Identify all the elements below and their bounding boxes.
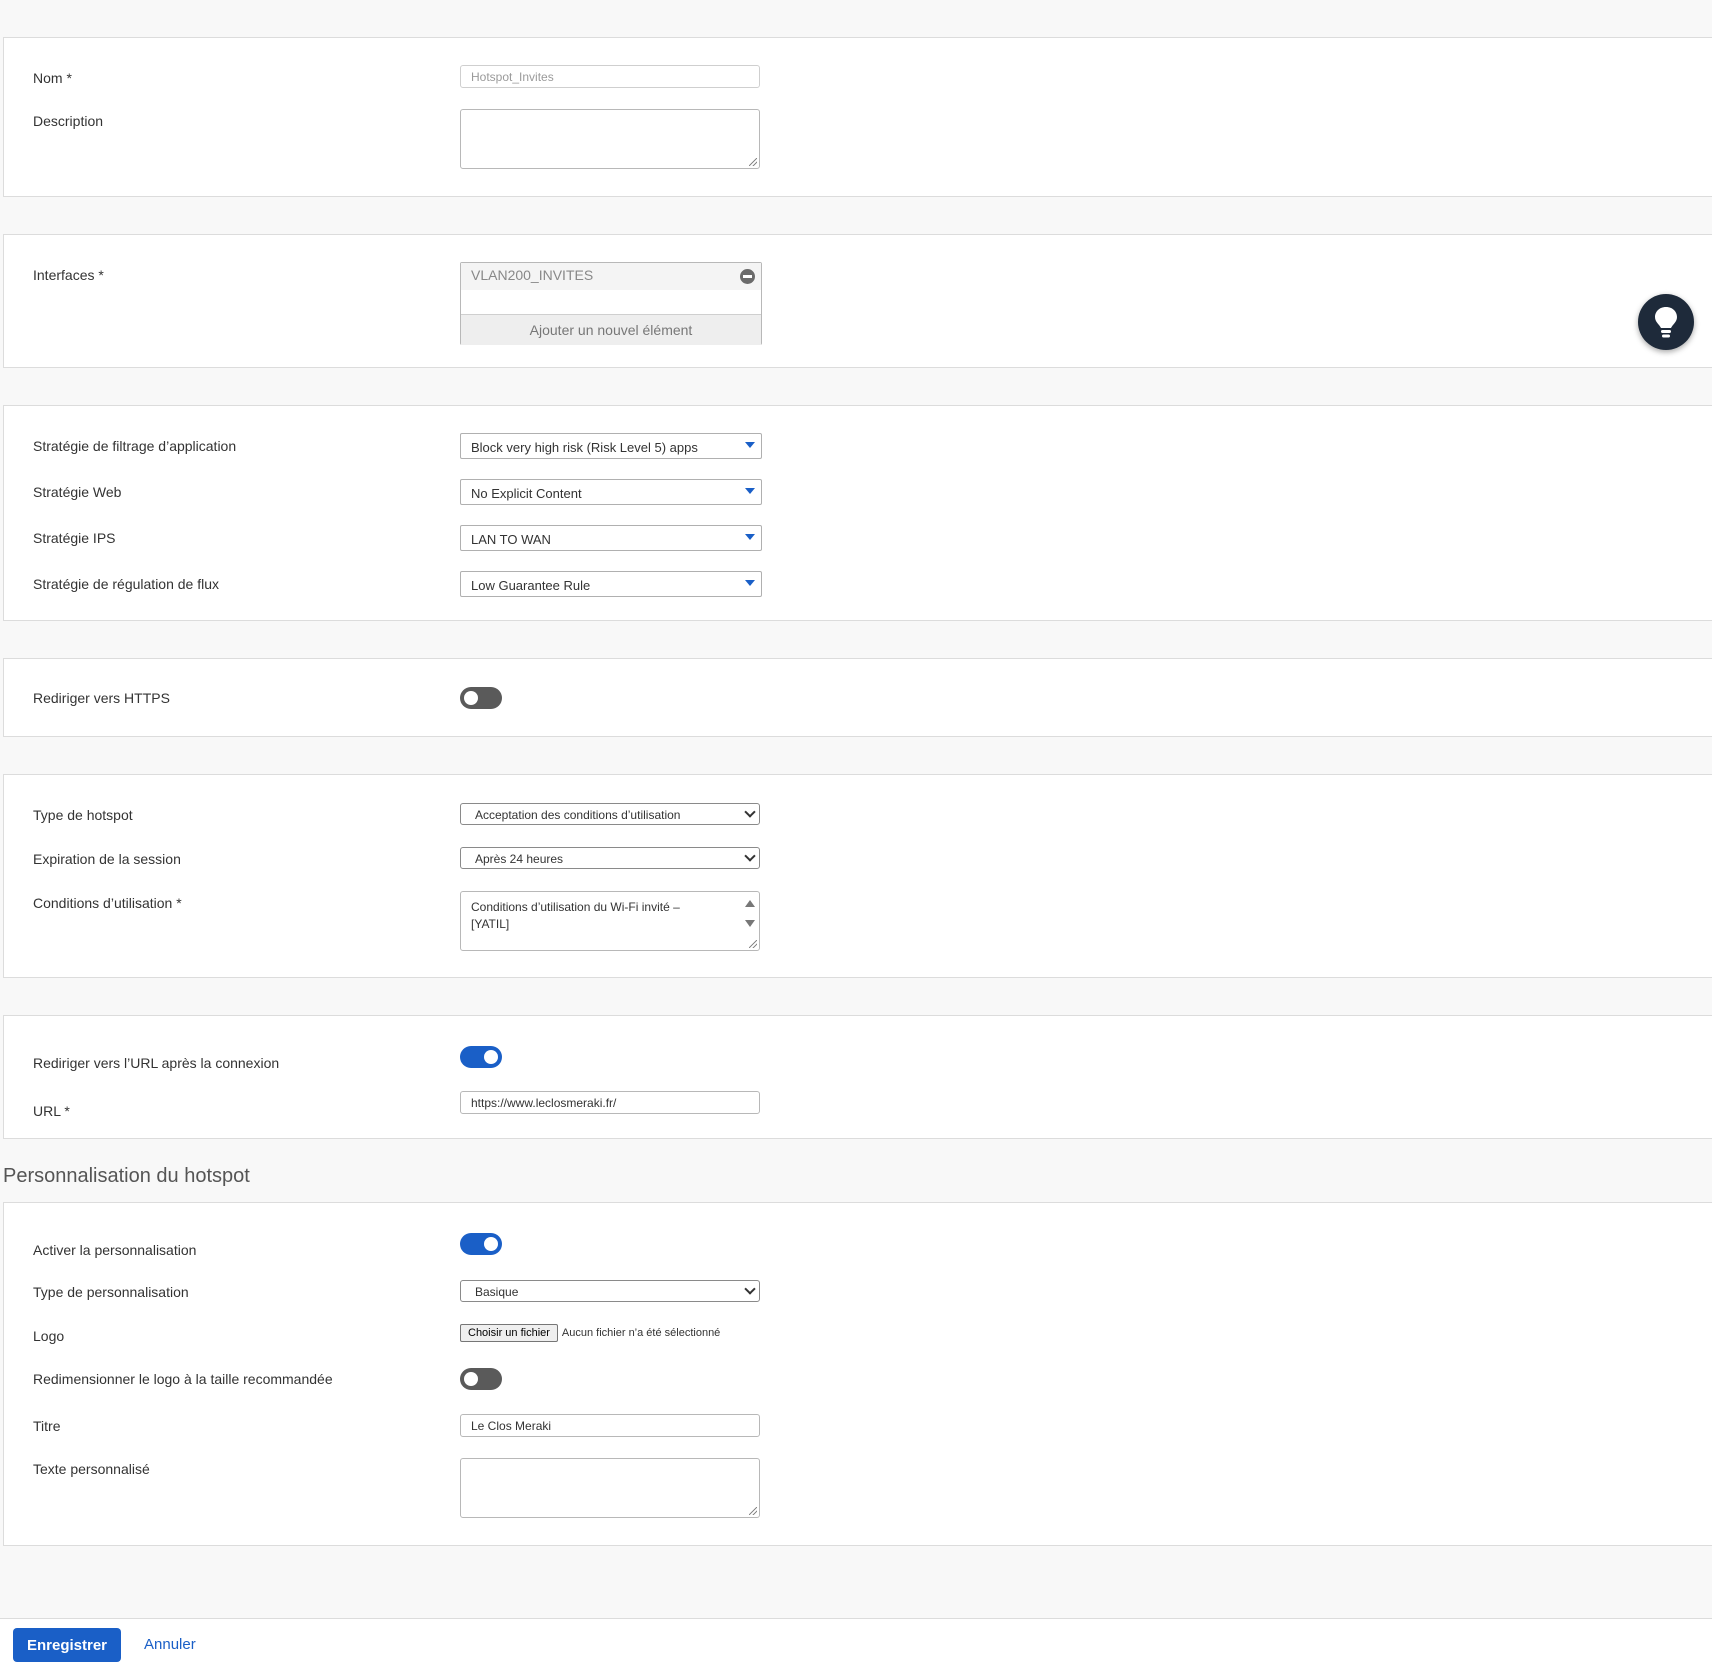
- caret-down-icon: [745, 442, 755, 448]
- url-input[interactable]: https://www.leclosmeraki.fr/: [460, 1091, 760, 1114]
- cancel-button[interactable]: Annuler: [144, 1636, 196, 1653]
- toggle-knob: [484, 1237, 498, 1251]
- scroll-down-icon[interactable]: [745, 920, 755, 927]
- ips-policy-value: LAN TO WAN: [471, 532, 551, 547]
- resize-grip-icon[interactable]: [749, 940, 757, 948]
- customization-type-value: Basique: [475, 1285, 519, 1299]
- enable-customization-toggle[interactable]: [460, 1233, 502, 1255]
- policies-panel: Stratégie de filtrage d’application Bloc…: [3, 405, 1712, 621]
- hotspot-panel: Type de hotspot Acceptation des conditio…: [3, 774, 1712, 978]
- https-toggle[interactable]: [460, 687, 502, 709]
- caret-down-icon: [745, 488, 755, 494]
- ips-policy-select[interactable]: LAN TO WAN: [460, 525, 762, 551]
- hotspot-type-label: Type de hotspot: [33, 807, 133, 823]
- help-fab-button[interactable]: [1638, 294, 1694, 350]
- interface-item[interactable]: VLAN200_INVITES: [461, 263, 761, 290]
- custom-text-label: Texte personnalisé: [33, 1461, 150, 1477]
- hotspot-type-value: Acceptation des conditions d’utilisation: [475, 808, 681, 822]
- app-filter-select[interactable]: Block very high risk (Risk Level 5) apps: [460, 433, 762, 459]
- interfaces-panel: Interfaces * VLAN200_INVITES Ajouter un …: [3, 234, 1712, 368]
- file-status: Aucun fichier n’a été sélectionné: [561, 1327, 721, 1340]
- customization-type-label: Type de personnalisation: [33, 1284, 189, 1300]
- toggle-knob: [464, 1372, 478, 1386]
- terms-text: Conditions d’utilisation du Wi-Fi invité…: [471, 900, 680, 931]
- form-footer: Enregistrer Annuler: [0, 1618, 1712, 1669]
- interfaces-list: VLAN200_INVITES Ajouter un nouvel élémen…: [460, 262, 762, 345]
- save-button[interactable]: Enregistrer: [13, 1628, 121, 1662]
- chevron-down-icon: [744, 806, 756, 818]
- custom-text-textarea[interactable]: [460, 1458, 760, 1518]
- web-policy-select[interactable]: No Explicit Content: [460, 479, 762, 505]
- minus-circle-icon[interactable]: [740, 269, 755, 284]
- customization-panel: Activer la personnalisation Type de pers…: [3, 1202, 1712, 1546]
- interface-item-label: VLAN200_INVITES: [471, 267, 594, 283]
- resize-logo-toggle[interactable]: [460, 1368, 502, 1390]
- lightbulb-icon: [1655, 307, 1677, 338]
- general-panel: Nom * Hotspot_Invites Description: [3, 37, 1712, 197]
- session-expiration-value: Après 24 heures: [475, 852, 564, 866]
- web-policy-value: No Explicit Content: [471, 486, 582, 501]
- description-textarea[interactable]: [460, 109, 760, 169]
- session-expiration-label: Expiration de la session: [33, 851, 181, 867]
- logo-label: Logo: [33, 1328, 65, 1344]
- redirect-toggle[interactable]: [460, 1046, 502, 1068]
- scroll-up-icon[interactable]: [745, 900, 755, 907]
- logo-file-input: Choisir un fichier Aucun fichier n’a été …: [460, 1324, 780, 1343]
- add-item-button[interactable]: Ajouter un nouvel élément: [461, 314, 761, 345]
- traffic-policy-select[interactable]: Low Guarantee Rule: [460, 571, 762, 597]
- ips-policy-label: Stratégie IPS: [33, 530, 116, 546]
- chevron-down-icon: [744, 850, 756, 862]
- https-panel: Rediriger vers HTTPS: [3, 658, 1712, 737]
- customization-type-select[interactable]: Basique: [460, 1280, 760, 1302]
- customization-section-title: Personnalisation du hotspot: [3, 1165, 250, 1187]
- https-label: Rediriger vers HTTPS: [33, 690, 170, 706]
- toggle-knob: [464, 691, 478, 705]
- url-label: URL *: [33, 1103, 70, 1119]
- app-filter-value: Block very high risk (Risk Level 5) apps: [471, 440, 698, 455]
- toggle-knob: [484, 1050, 498, 1064]
- description-label: Description: [33, 113, 104, 129]
- traffic-policy-value: Low Guarantee Rule: [471, 578, 591, 593]
- web-policy-label: Stratégie Web: [33, 484, 122, 500]
- resize-grip-icon[interactable]: [749, 1507, 757, 1515]
- session-expiration-select[interactable]: Après 24 heures: [460, 847, 760, 869]
- terms-textarea[interactable]: Conditions d’utilisation du Wi-Fi invité…: [460, 891, 760, 951]
- title-label: Titre: [33, 1418, 61, 1434]
- terms-label: Conditions d’utilisation *: [33, 895, 182, 911]
- name-input[interactable]: Hotspot_Invites: [460, 65, 760, 88]
- hotspot-type-select[interactable]: Acceptation des conditions d’utilisation: [460, 803, 760, 825]
- resize-grip-icon[interactable]: [749, 158, 757, 166]
- redirect-label: Rediriger vers l’URL après la connexion: [33, 1055, 280, 1071]
- app-filter-label: Stratégie de filtrage d’application: [33, 438, 237, 454]
- add-item-label: Ajouter un nouvel élément: [529, 322, 693, 338]
- resize-logo-label: Redimensionner le logo à la taille recom…: [33, 1371, 333, 1387]
- enable-customization-label: Activer la personnalisation: [33, 1242, 197, 1258]
- name-label: Nom *: [33, 70, 72, 86]
- chevron-down-icon: [744, 1283, 756, 1295]
- redirect-panel: Rediriger vers l’URL après la connexion …: [3, 1015, 1712, 1139]
- caret-down-icon: [745, 534, 755, 540]
- title-input[interactable]: Le Clos Meraki: [460, 1414, 760, 1437]
- traffic-policy-label: Stratégie de régulation de flux: [33, 576, 220, 592]
- interfaces-label: Interfaces *: [33, 267, 104, 283]
- choose-file-button[interactable]: Choisir un fichier: [460, 1324, 558, 1343]
- caret-down-icon: [745, 580, 755, 586]
